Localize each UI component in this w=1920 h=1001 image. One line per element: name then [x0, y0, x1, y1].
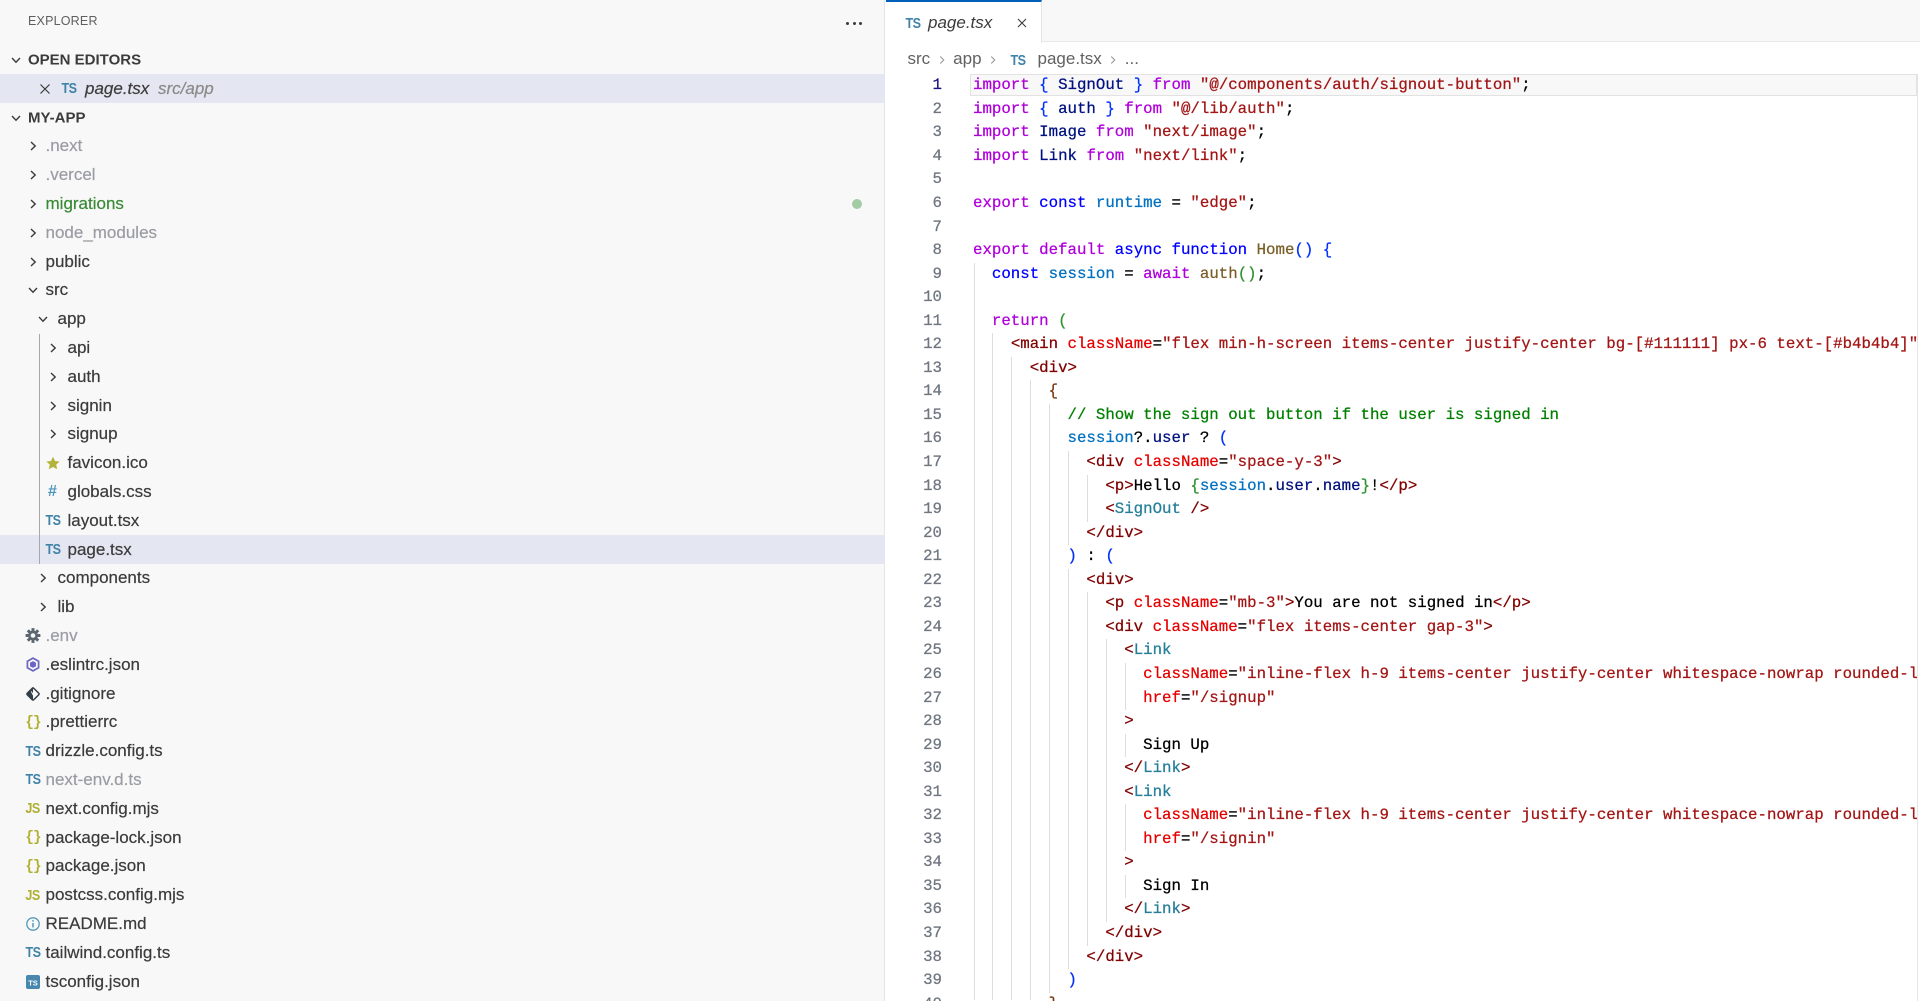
svg-text:TS: TS — [28, 978, 38, 987]
